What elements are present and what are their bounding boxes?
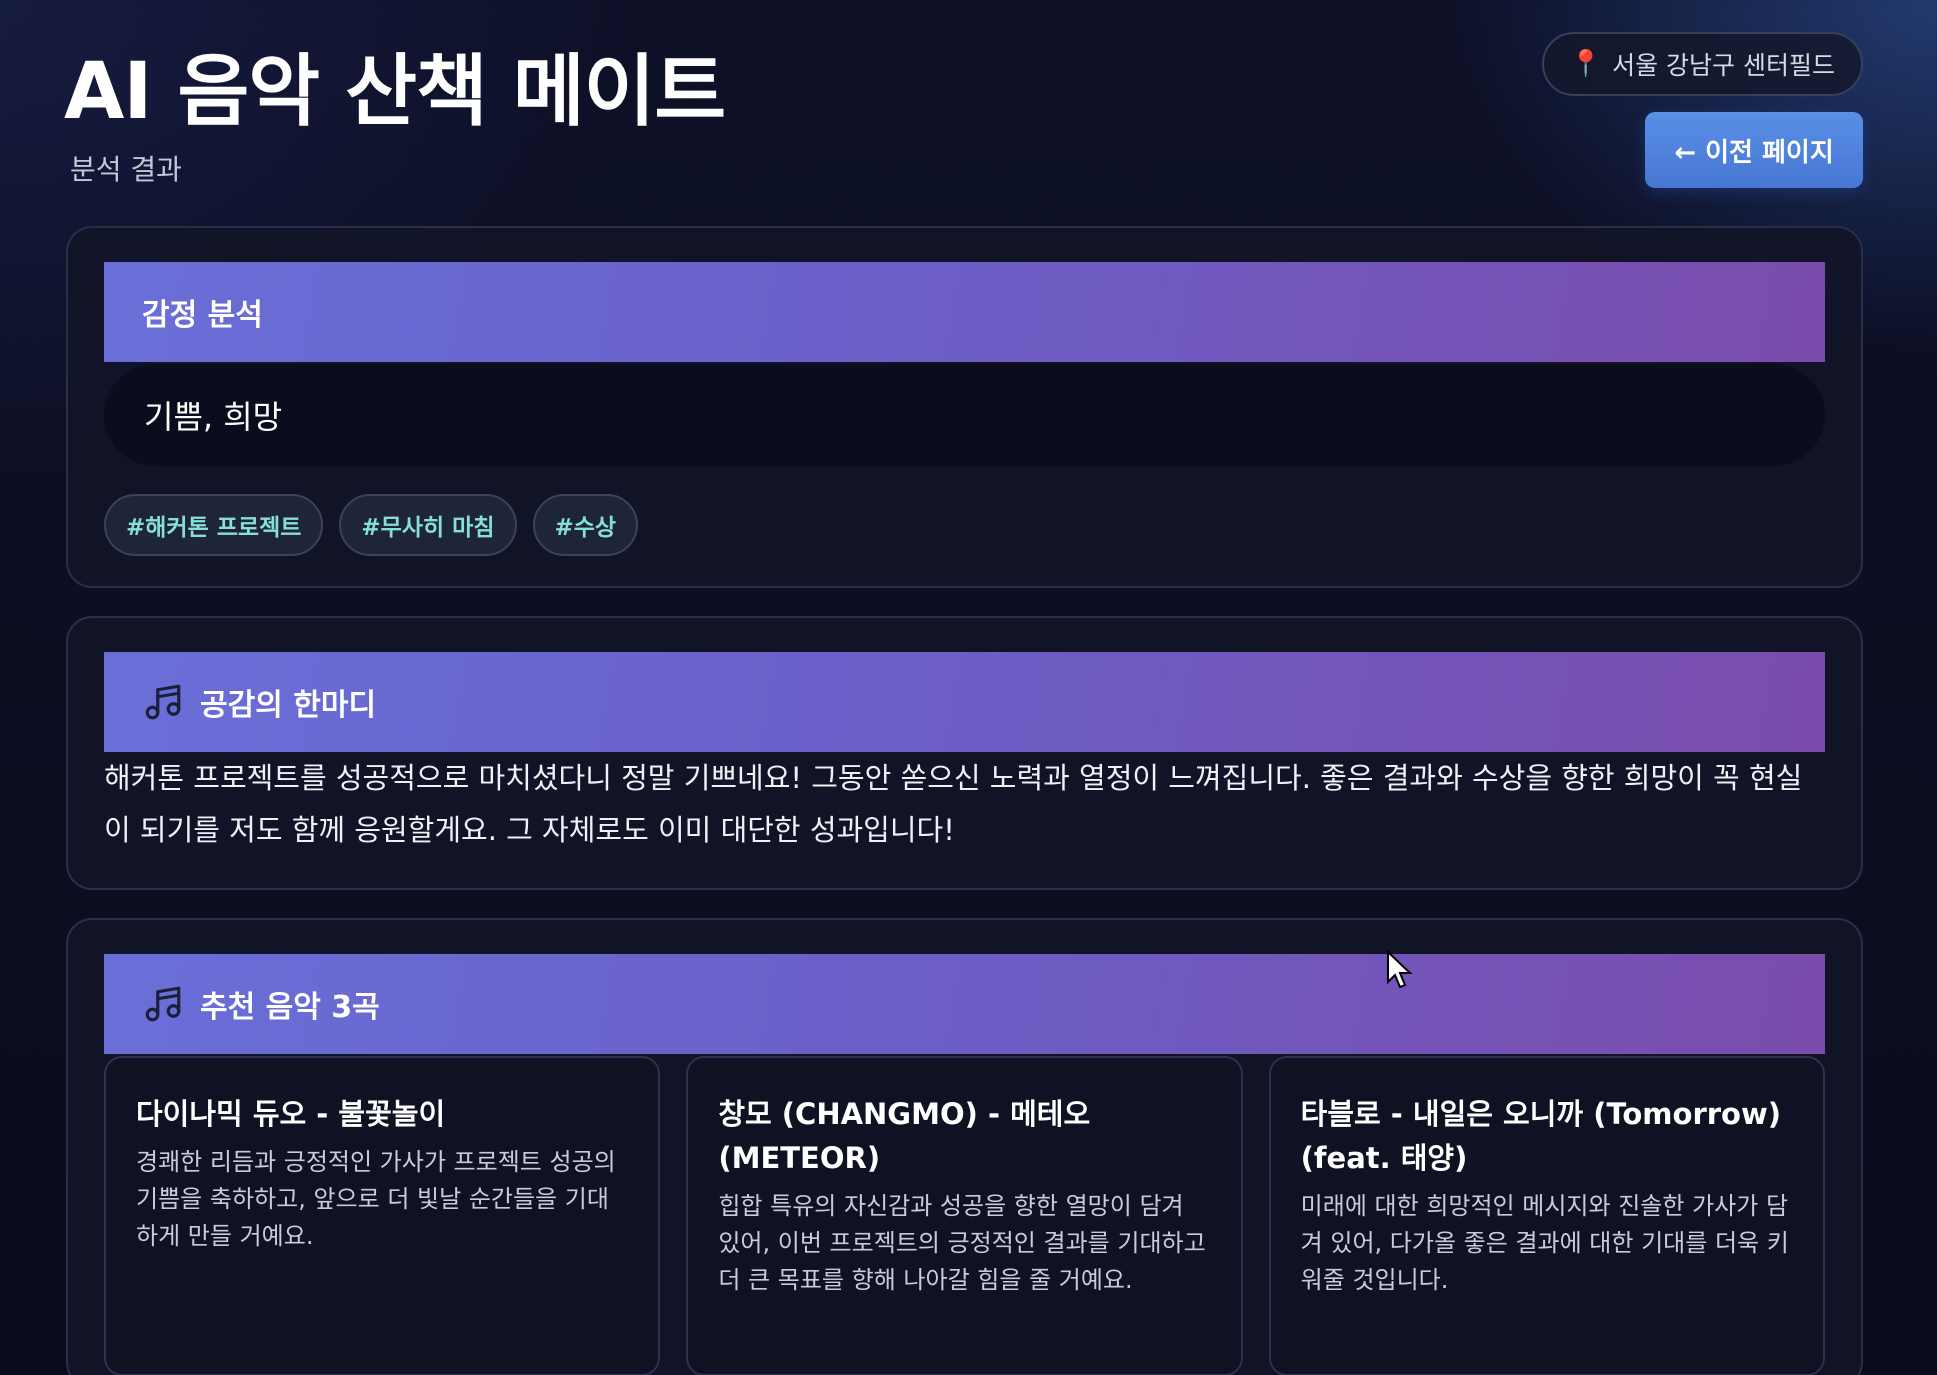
song-description: 미래에 대한 희망적인 메시지와 진솔한 가사가 담겨 있어, 다가올 좋은 결…: [1300, 1192, 1789, 1294]
song-title: 다이나믹 듀오 - 불꽃놀이: [136, 1097, 446, 1131]
pin-icon: 📍: [1569, 49, 1603, 79]
tag-chip[interactable]: #수상: [532, 494, 639, 556]
emotion-value: 기쁨, 희망: [144, 398, 283, 436]
cursor-icon: [1387, 950, 1413, 989]
song-title: 창모 (CHANGMO) - 메테오 (METEOR): [718, 1097, 1091, 1175]
tag-chip[interactable]: #무사히 마침: [339, 494, 517, 556]
music-note-icon: [145, 684, 181, 720]
song-card[interactable]: 다이나믹 듀오 - 불꽃놀이 경쾌한 리듬과 긍정적인 가사가 프로젝트 성공의…: [104, 1056, 661, 1375]
location-label: 서울 강남구 센터필드: [1612, 51, 1835, 80]
tag-chip[interactable]: #해커톤 프로젝트: [104, 494, 324, 556]
music-section-title: 추천 음악 3곡: [200, 990, 380, 1025]
song-description: 힙합 특유의 자신감과 성공을 향한 열망이 담겨 있어, 이번 프로젝트의 긍…: [718, 1192, 1206, 1294]
music-note-icon: [145, 986, 181, 1022]
music-section-header: 추천 음악 3곡: [104, 954, 1825, 1054]
empathy-section-title: 공감의 한마디: [200, 688, 377, 723]
page-subtitle: 분석 결과: [70, 152, 182, 186]
empathy-message: 해커톤 프로젝트를 성공적으로 마치셨다니 정말 기쁘네요! 그동안 쏟으신 노…: [104, 761, 1803, 847]
emotion-card: 감정 분석 기쁨, 희망 #해커톤 프로젝트 #무사히 마침 #수상: [66, 226, 1863, 588]
empathy-section-header: 공감의 한마디: [104, 652, 1825, 752]
location-badge[interactable]: 📍 서울 강남구 센터필드: [1541, 32, 1863, 96]
emotion-section-title: 감정 분석: [142, 298, 263, 333]
song-description: 경쾌한 리듬과 긍정적인 가사가 프로젝트 성공의 기쁨을 축하하고, 앞으로 …: [136, 1148, 616, 1250]
emotion-result: 기쁨, 희망: [104, 364, 1825, 466]
music-card: 추천 음악 3곡 다이나믹 듀오 - 불꽃놀이 경쾌한 리듬과 긍정적인 가사가…: [66, 918, 1863, 1375]
tag-list: #해커톤 프로젝트 #무사히 마침 #수상: [104, 494, 639, 556]
emotion-section-header: 감정 분석: [104, 262, 1825, 362]
back-button[interactable]: ← 이전 페이지: [1645, 112, 1863, 188]
song-card[interactable]: 타블로 - 내일은 오니까 (Tomorrow) (feat. 태양) 미래에 …: [1268, 1056, 1825, 1375]
song-card[interactable]: 창모 (CHANGMO) - 메테오 (METEOR) 힙합 특유의 자신감과 …: [686, 1056, 1243, 1375]
song-title: 타블로 - 내일은 오니까 (Tomorrow) (feat. 태양): [1300, 1097, 1782, 1175]
page-header: AI 음악 산책 메이트 분석 결과: [64, 47, 726, 188]
song-list: 다이나믹 듀오 - 불꽃놀이 경쾌한 리듬과 긍정적인 가사가 프로젝트 성공의…: [104, 1056, 1825, 1375]
app-title: AI 음악 산책 메이트: [64, 47, 726, 137]
empathy-card: 공감의 한마디 해커톤 프로젝트를 성공적으로 마치셨다니 정말 기쁘네요! 그…: [66, 616, 1863, 890]
